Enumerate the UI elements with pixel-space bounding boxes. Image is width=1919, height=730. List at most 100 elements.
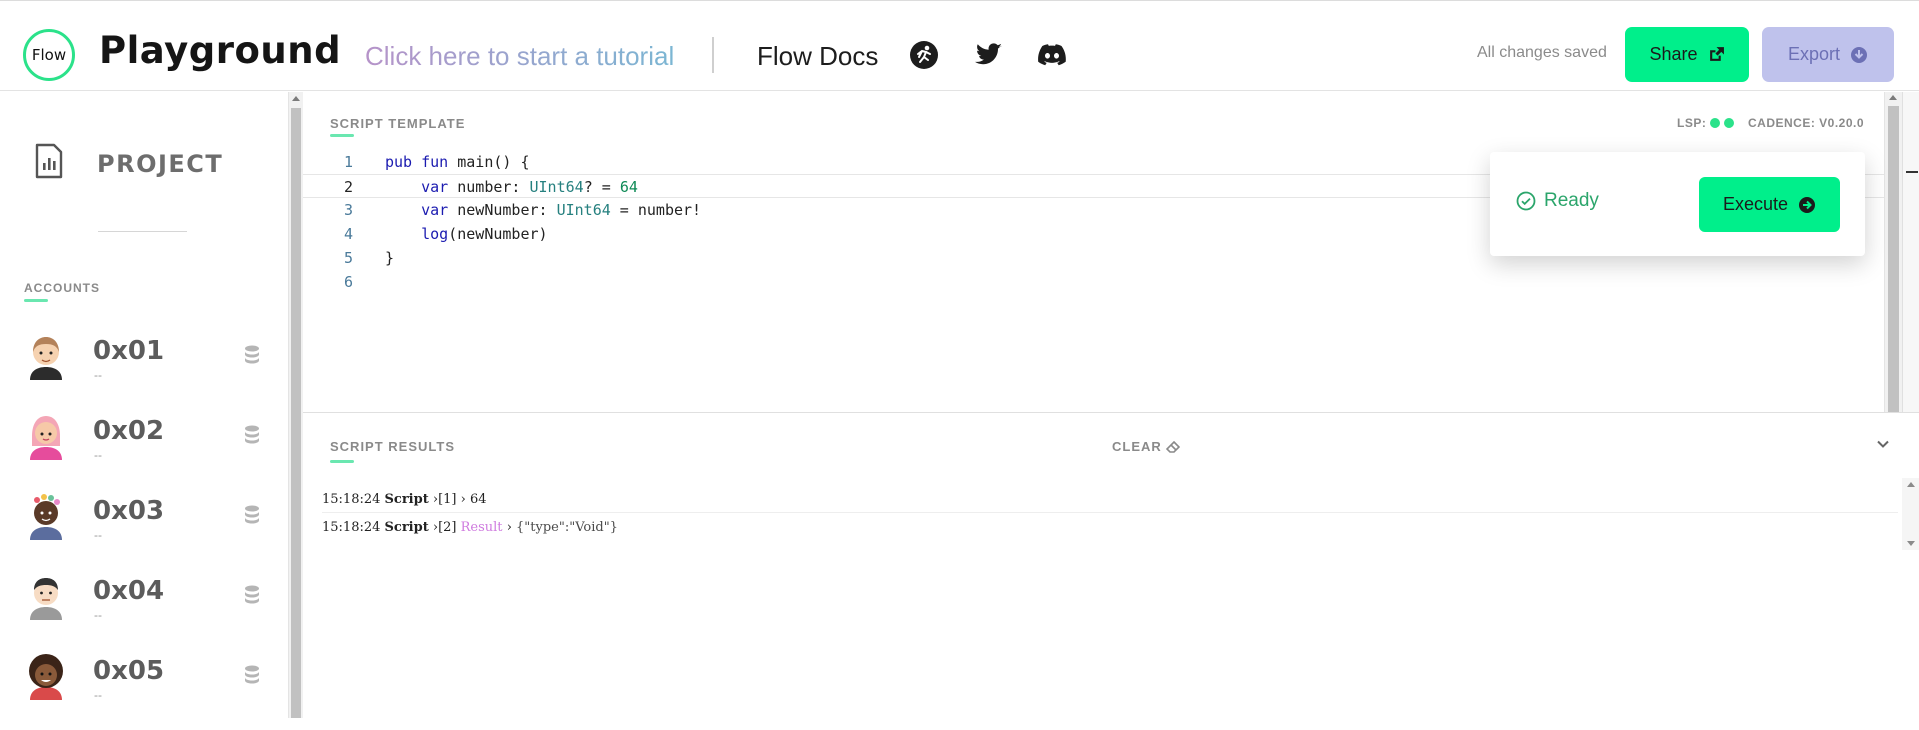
account-0x05[interactable]: 0x05 -- xyxy=(0,650,288,730)
project-icon[interactable] xyxy=(34,143,64,184)
storage-icon[interactable] xyxy=(244,665,260,685)
account-address: 0x05 xyxy=(93,656,165,686)
line-number: 2 xyxy=(343,178,353,196)
log-index: [2] xyxy=(438,520,457,535)
log-index: [1] xyxy=(438,492,457,507)
scroll-down-arrow[interactable] xyxy=(1907,541,1915,546)
code-text: var newNumber: UInt64 = number! xyxy=(421,201,702,219)
lsp-status: LSP: xyxy=(1677,116,1735,130)
scroll-up-arrow[interactable] xyxy=(1907,482,1915,487)
log-value: 64 xyxy=(469,492,487,507)
download-icon xyxy=(1851,46,1868,63)
top-bar: Flow Playground Click here to start a tu… xyxy=(0,0,1919,91)
scrollbar-thumb[interactable] xyxy=(1888,106,1899,412)
logo-text: Flow xyxy=(31,46,67,64)
execute-card: Ready Execute xyxy=(1490,152,1865,256)
ready-status: Ready xyxy=(1516,190,1599,212)
editor-overview-ruler xyxy=(1902,92,1919,412)
account-0x03[interactable]: 0x03 -- xyxy=(0,490,288,570)
lsp-dot xyxy=(1710,118,1721,128)
sidebar-scrollbar[interactable] xyxy=(288,92,303,718)
scroll-up-arrow[interactable] xyxy=(1889,95,1897,100)
log-source: Script xyxy=(384,492,429,507)
account-0x01[interactable]: 0x01 -- xyxy=(0,330,288,410)
avatar xyxy=(30,578,62,620)
app-title: Playground xyxy=(99,29,342,72)
scroll-up-arrow[interactable] xyxy=(292,96,300,101)
log-tag: Result xyxy=(460,520,503,535)
code-text: log(newNumber) xyxy=(421,225,548,243)
results-panel xyxy=(303,412,1919,718)
check-circle-icon xyxy=(1516,191,1536,211)
code-text: pub fun main() { xyxy=(385,153,530,171)
flow-docs-link[interactable]: Flow Docs xyxy=(757,41,878,72)
line-number: 4 xyxy=(343,225,353,243)
account-subtitle: -- xyxy=(94,368,102,382)
cursor-marker xyxy=(1906,171,1918,173)
avatar xyxy=(29,654,63,700)
account-subtitle: -- xyxy=(94,528,102,542)
line-number: 6 xyxy=(343,273,353,291)
execute-button[interactable]: Execute xyxy=(1699,177,1840,232)
eraser-icon xyxy=(1165,440,1180,453)
accounts-underline xyxy=(24,299,48,302)
account-address: 0x01 xyxy=(93,336,165,366)
code-line[interactable]: 6 xyxy=(303,270,1903,294)
clear-button[interactable]: CLEAR xyxy=(1112,439,1180,454)
avatar xyxy=(30,416,62,460)
storage-icon[interactable] xyxy=(244,505,260,525)
log-source: Script xyxy=(384,520,429,535)
storage-icon[interactable] xyxy=(244,345,260,365)
editor-scrollbar[interactable] xyxy=(1884,92,1902,412)
script-template-heading: SCRIPT TEMPLATE xyxy=(330,116,466,131)
avatar xyxy=(30,337,62,380)
account-address: 0x03 xyxy=(93,496,165,526)
log-scrollbar[interactable] xyxy=(1902,478,1919,550)
accounts-heading: ACCOUNTS xyxy=(24,281,100,295)
header-divider xyxy=(712,37,714,73)
log-time: 15:18:24 xyxy=(322,492,381,507)
account-subtitle: -- xyxy=(94,688,102,702)
account-0x04[interactable]: 0x04 -- xyxy=(0,570,288,650)
flow-logo[interactable]: Flow xyxy=(23,29,75,81)
execute-label: Execute xyxy=(1722,194,1789,214)
log-time: 15:18:24 xyxy=(322,520,381,535)
avatar xyxy=(30,494,62,540)
storage-icon[interactable] xyxy=(244,585,260,605)
line-number: 5 xyxy=(343,249,353,267)
twitter-icon[interactable] xyxy=(973,39,1005,71)
clear-label: CLEAR xyxy=(1112,439,1162,454)
template-underline xyxy=(330,134,354,137)
account-subtitle: -- xyxy=(94,448,102,462)
line-number: 1 xyxy=(343,153,353,171)
share-label: Share xyxy=(1649,44,1698,64)
lsp-label: LSP: xyxy=(1677,116,1707,130)
sidebar-divider xyxy=(98,231,187,232)
runner-icon[interactable] xyxy=(908,39,940,71)
export-button[interactable]: Export xyxy=(1762,27,1894,82)
chevron-down-icon[interactable] xyxy=(1875,436,1891,457)
log-value: {"type":"Void"} xyxy=(516,520,618,535)
lsp-dot xyxy=(1724,118,1735,128)
chevron-right-icon: › xyxy=(506,520,512,535)
log-entry: 15:18:24 Script ›[2] Result › {"type":"V… xyxy=(322,515,1898,541)
chevron-right-icon: › xyxy=(460,492,466,507)
ready-label: Ready xyxy=(1544,190,1599,211)
share-button[interactable]: Share xyxy=(1625,27,1749,82)
arrow-right-circle-icon xyxy=(1799,196,1816,213)
project-label[interactable]: PROJECT xyxy=(97,150,223,178)
code-text: } xyxy=(385,249,395,267)
discord-icon[interactable] xyxy=(1036,39,1068,71)
account-0x02[interactable]: 0x02 -- xyxy=(0,410,288,490)
account-subtitle: -- xyxy=(94,608,102,622)
line-number: 3 xyxy=(343,201,353,219)
storage-icon[interactable] xyxy=(244,425,260,445)
results-underline xyxy=(330,460,354,463)
script-results-heading: SCRIPT RESULTS xyxy=(330,439,455,454)
scrollbar-thumb[interactable] xyxy=(291,108,301,718)
code-text: var number: UInt64? = 64 xyxy=(421,178,638,196)
account-address: 0x02 xyxy=(93,416,165,446)
tutorial-link[interactable]: Click here to start a tutorial xyxy=(365,41,674,72)
account-address: 0x04 xyxy=(93,576,165,606)
export-label: Export xyxy=(1787,44,1841,64)
